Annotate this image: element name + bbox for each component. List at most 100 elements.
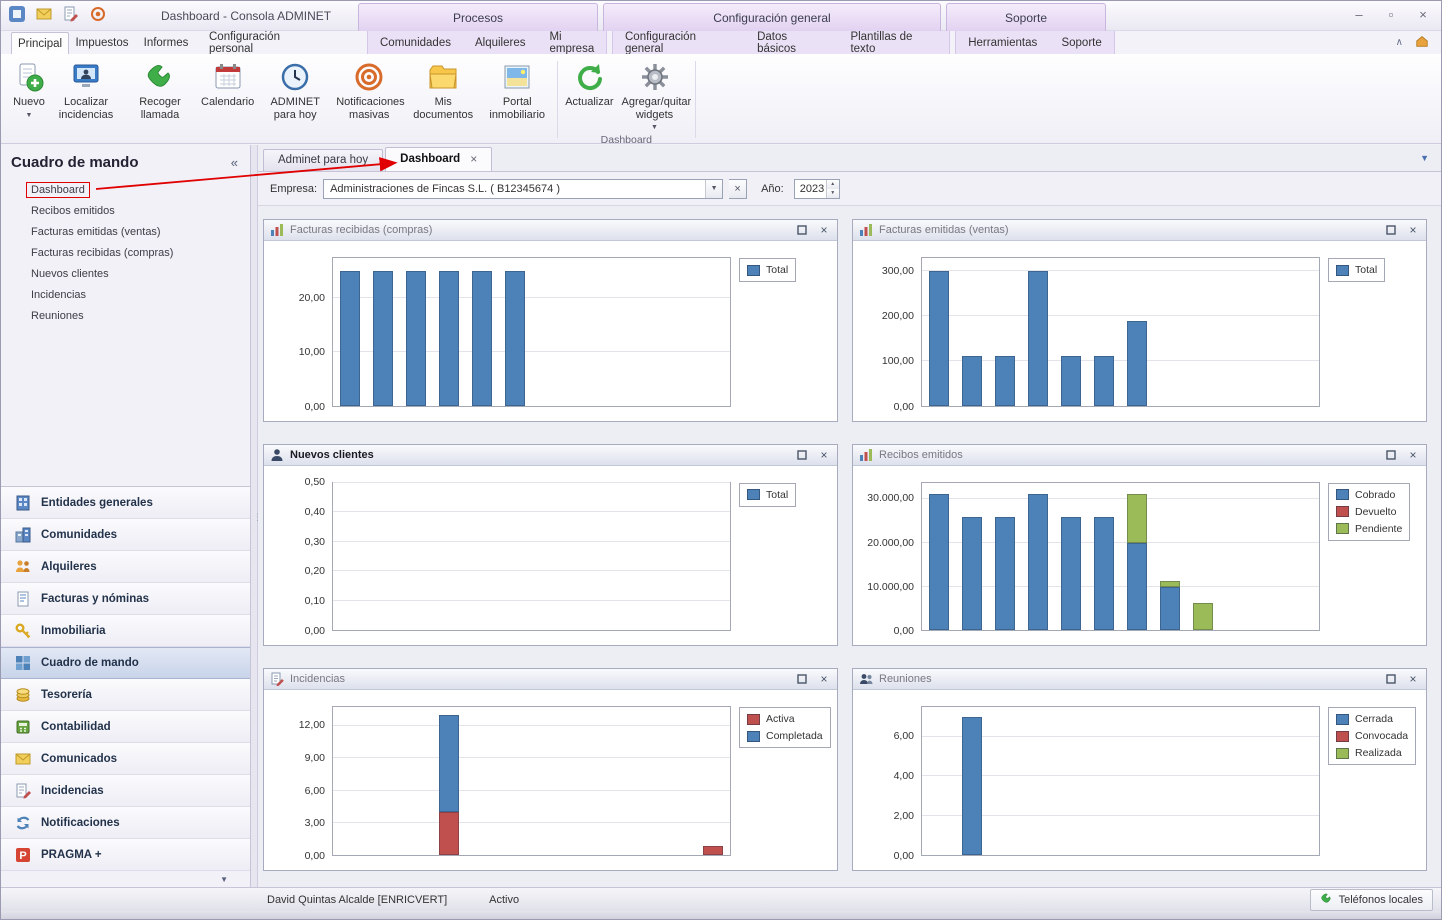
widget-maximize-button[interactable] xyxy=(1383,447,1399,462)
widget-header[interactable]: Reuniones × xyxy=(853,669,1426,690)
widget-close-button[interactable]: × xyxy=(1405,223,1421,238)
nav-alquileres[interactable]: Alquileres xyxy=(1,551,250,583)
company-clear-button[interactable]: × xyxy=(729,179,747,199)
notificaciones-masivas-button[interactable]: Notificaciones masivas xyxy=(332,57,406,121)
plot-area xyxy=(921,482,1320,632)
widget-facturas-recibidas: Facturas recibidas (compras) × 0,0010,00… xyxy=(263,219,838,422)
nav-facturas-y-nominas[interactable]: Facturas y nóminas xyxy=(1,583,250,615)
widget-maximize-button[interactable] xyxy=(794,672,810,687)
spiral-icon[interactable] xyxy=(90,6,108,24)
tab-soporte[interactable]: Soporte xyxy=(1049,31,1113,54)
calendario-button[interactable]: Calendario xyxy=(197,57,258,109)
close-button[interactable]: × xyxy=(1415,7,1431,22)
chart-legend: Total xyxy=(731,257,827,407)
plot-area xyxy=(332,257,731,407)
nav-entidades-generales[interactable]: Entidades generales xyxy=(1,487,250,519)
widget-header[interactable]: Facturas recibidas (compras) × xyxy=(264,220,837,241)
sidebar-item-nuevos-clientes[interactable]: Nuevos clientes xyxy=(27,267,113,281)
phone-icon xyxy=(144,61,176,93)
sidebar-item-incidencias[interactable]: Incidencias xyxy=(27,288,90,302)
spinner-up-icon[interactable]: ▲ xyxy=(827,180,839,189)
chart-bar xyxy=(340,258,360,406)
company-combobox[interactable]: Administraciones de Fincas S.L. ( B12345… xyxy=(323,179,723,199)
nuevo-button[interactable]: Nuevo ▼ xyxy=(9,57,49,119)
adminet-para-hoy-button[interactable]: ADMINET para hoy xyxy=(258,57,332,121)
widget-close-button[interactable]: × xyxy=(1405,672,1421,687)
help-home-icon[interactable] xyxy=(1415,34,1429,51)
y-axis-tick: 0,20 xyxy=(305,565,325,577)
nav-incidencias[interactable]: Incidencias xyxy=(1,775,250,807)
nav-pragma[interactable]: P PRAGMA + xyxy=(1,839,250,871)
collapse-sidebar-icon[interactable]: « xyxy=(231,155,238,170)
chart-bar xyxy=(703,707,723,855)
widget-header[interactable]: Incidencias × xyxy=(264,669,837,690)
widget-header[interactable]: Facturas emitidas (ventas) × xyxy=(853,220,1426,241)
chart-legend: CobradoDevueltoPendiente xyxy=(1320,482,1416,632)
mail-icon[interactable] xyxy=(36,6,54,24)
tab-plantillas-de-texto[interactable]: Plantillas de texto xyxy=(838,31,949,54)
bar-segment-completada xyxy=(439,715,459,812)
edit-note-icon[interactable] xyxy=(63,6,81,24)
tab-configuracion-personal[interactable]: Configuración personal xyxy=(197,31,327,54)
y-axis-tick: 0,00 xyxy=(894,850,914,862)
nav-notificaciones[interactable]: Notificaciones xyxy=(1,807,250,839)
combobox-dropdown-icon[interactable]: ▼ xyxy=(705,180,722,198)
gridline xyxy=(333,822,730,823)
mis-documentos-button[interactable]: Mis documentos xyxy=(406,57,480,121)
widget-header[interactable]: Nuevos clientes × xyxy=(264,445,837,466)
actualizar-button[interactable]: Actualizar xyxy=(561,57,617,109)
tab-comunidades[interactable]: Comunidades xyxy=(368,31,463,54)
telefonos-locales-button[interactable]: Teléfonos locales xyxy=(1310,889,1433,911)
plot-area xyxy=(921,257,1320,407)
widget-close-button[interactable]: × xyxy=(816,672,832,687)
tab-informes[interactable]: Informes xyxy=(135,31,197,54)
nav-contabilidad[interactable]: Contabilidad xyxy=(1,711,250,743)
nav-tesoreria[interactable]: Tesorería xyxy=(1,679,250,711)
minimize-button[interactable]: – xyxy=(1351,7,1367,22)
widget-close-button[interactable]: × xyxy=(816,447,832,462)
widget-close-button[interactable]: × xyxy=(816,223,832,238)
sidebar-item-recibos-emitidos[interactable]: Recibos emitidos xyxy=(27,204,119,218)
sidebar-item-facturas-emitidas[interactable]: Facturas emitidas (ventas) xyxy=(27,225,165,239)
tab-impuestos[interactable]: Impuestos xyxy=(69,31,135,54)
tab-list-chevron-icon[interactable]: ▼ xyxy=(1420,153,1429,163)
chevron-down-icon[interactable]: ▼ xyxy=(220,875,228,884)
tab-principal[interactable]: Principal xyxy=(11,32,69,54)
recoger-llamada-button[interactable]: Recoger llamada xyxy=(123,57,197,121)
tab-adminet-para-hoy[interactable]: Adminet para hoy xyxy=(263,149,383,171)
collapse-ribbon-icon[interactable]: ∧ xyxy=(1396,37,1403,48)
sidebar-item-reuniones[interactable]: Reuniones xyxy=(27,309,88,323)
gridline xyxy=(333,600,730,601)
portal-inmobiliario-button[interactable]: Portal inmobiliario xyxy=(480,57,554,121)
nav-cuadro-de-mando[interactable]: Cuadro de mando xyxy=(1,647,250,679)
sidebar-item-facturas-recibidas[interactable]: Facturas recibidas (compras) xyxy=(27,246,177,260)
spinner-down-icon[interactable]: ▼ xyxy=(827,189,839,198)
tab-alquileres[interactable]: Alquileres xyxy=(463,31,538,54)
widget-header[interactable]: Recibos emitidos × xyxy=(853,445,1426,466)
localizar-incidencias-button[interactable]: Localizar incidencias xyxy=(49,57,123,121)
tab-dashboard[interactable]: Dashboard × xyxy=(385,147,492,171)
restore-button[interactable]: ▫ xyxy=(1383,7,1399,22)
app-icon[interactable] xyxy=(9,6,27,24)
sidebar-item-dashboard[interactable]: Dashboard xyxy=(27,183,89,197)
year-spinner[interactable]: 2023 ▲ ▼ xyxy=(794,179,840,199)
widget-close-button[interactable]: × xyxy=(1405,447,1421,462)
chart-bar xyxy=(962,707,982,855)
chart-bar xyxy=(1127,258,1147,406)
tab-datos-basicos[interactable]: Datos básicos xyxy=(745,31,838,54)
nav-comunidades[interactable]: Comunidades xyxy=(1,519,250,551)
nav-comunicados[interactable]: Comunicados xyxy=(1,743,250,775)
tab-herramientas[interactable]: Herramientas xyxy=(956,31,1049,54)
widget-maximize-button[interactable] xyxy=(794,223,810,238)
tab-mi-empresa[interactable]: Mi empresa xyxy=(537,31,606,54)
agregar-quitar-widgets-button[interactable]: Agregar/quitar widgets ▼ xyxy=(618,57,692,131)
widget-maximize-button[interactable] xyxy=(1383,223,1399,238)
widget-maximize-button[interactable] xyxy=(794,447,810,462)
gridline xyxy=(333,757,730,758)
tab-configuracion-general[interactable]: Configuración general xyxy=(613,31,745,54)
tab-close-icon[interactable]: × xyxy=(470,152,477,166)
widget-maximize-button[interactable] xyxy=(1383,672,1399,687)
nav-inmobiliaria[interactable]: Inmobiliaria xyxy=(1,615,250,647)
sidebar-splitter[interactable]: ⋮ xyxy=(251,145,258,887)
chart-legend: CerradaConvocadaRealizada xyxy=(1320,706,1416,856)
